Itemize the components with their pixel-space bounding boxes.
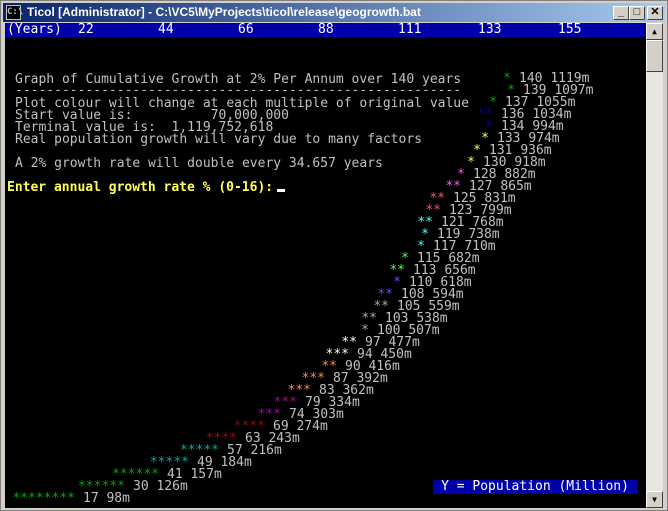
plot-label: 30 126m [133,479,188,494]
plot-value: 184m [220,455,252,470]
console-area[interactable]: (Years) 22 44 66 88 111 133 155 Graph of… [5,23,646,508]
ruler-tick: 155 [558,23,582,37]
plot-stars: ******** [12,491,75,506]
ruler-tick: 22 [78,23,94,37]
vertical-scrollbar[interactable]: ▲ ▼ [646,23,663,508]
prompt-text: Enter annual growth rate % (0-16): [7,180,274,195]
plot-stars: * [393,275,401,290]
info-line: Real population growth will vary due to … [15,132,422,147]
plot-label: 17 98m [83,491,130,506]
y-axis-legend: Y = Population (Million) [433,480,637,494]
ruler-tick: 88 [318,23,334,37]
plot-value: 274m [296,419,328,434]
plot-value: 216m [250,443,282,458]
minimize-button[interactable]: _ [613,6,629,20]
console-app-icon[interactable]: C:\ [6,5,23,20]
scroll-thumb[interactable] [646,40,663,72]
plot-stars: * [481,131,489,146]
ruler-tick: 44 [158,23,174,37]
plot-year: 17 [83,491,99,506]
title-bar[interactable]: C:\ Ticol [Administrator] - C:\VC5\MyPro… [3,3,665,22]
window-title: Ticol [Administrator] - C:\VC5\MyProject… [27,5,421,19]
plot-year: 30 [133,479,149,494]
plot-value: 126m [156,479,188,494]
plot-value: 157m [190,467,222,482]
console-window: C:\ Ticol [Administrator] - C:\VC5\MyPro… [0,0,668,511]
text-cursor [277,189,286,192]
ruler-tick: 111 [398,23,422,37]
years-ruler: (Years) 22 44 66 88 111 133 155 [5,23,646,37]
scroll-down-button[interactable]: ▼ [646,491,663,508]
ruler-label: (Years) [7,23,62,37]
info-line: A 2% growth rate will double every 34.65… [15,156,383,171]
maximize-button[interactable]: □ [629,6,645,20]
ruler-tick: 133 [478,23,502,37]
ruler-tick: 66 [238,23,254,37]
plot-value: 98m [106,491,130,506]
growth-rate-prompt[interactable]: Enter annual growth rate % (0-16): [7,180,286,195]
close-button[interactable]: ✕ [647,6,663,20]
scroll-up-button[interactable]: ▲ [646,23,663,40]
